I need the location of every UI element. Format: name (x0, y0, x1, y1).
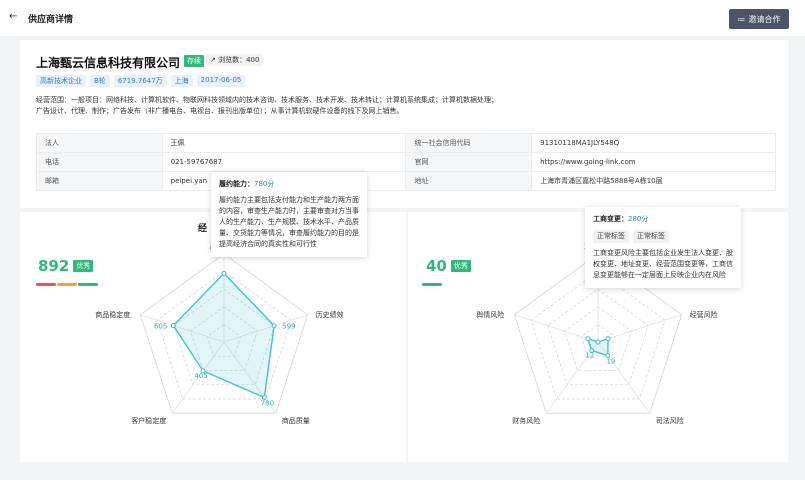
radar-value-label: 405 (194, 372, 207, 380)
radar-axis-line (514, 314, 599, 343)
radar-axis-label: 商品稳定度 (95, 310, 130, 319)
radar-value-label: 605 (154, 323, 167, 331)
radar-point (271, 323, 277, 329)
table-row: 电话 021-59767687 官网 https://www.going-lin… (36, 152, 776, 172)
radar-point (595, 339, 601, 345)
radar-value-label: 19 (606, 358, 615, 366)
tag: B轮 (90, 75, 110, 87)
tooltip-performance: 履约能力：780分 履约能力主要包括支付能力和生产能力两方面的内容，审查生产能力… (211, 172, 367, 257)
status-badge: 存续 (184, 55, 204, 67)
radar-value-label: 599 (282, 323, 295, 331)
radar-axis-label: 商品质量 (282, 416, 310, 425)
page-title: 供应商详情 (28, 15, 74, 25)
company-card: 上海甄云信息科技有限公司 存续 ↗ 浏览数：400 高新技术企业 B轮 6719… (20, 40, 788, 208)
radar-value-label: 780 (261, 400, 274, 408)
tag: 6719.7647万 (113, 75, 167, 87)
views-count: ↗ 浏览数：400 (206, 54, 264, 66)
tag: 2017-06-05 (196, 75, 246, 87)
radar-point (221, 270, 227, 276)
company-info-table: 法人 王佩 统一社会信用代码 91310118MA1JLY548Q 电话 021… (36, 133, 776, 191)
company-name: 上海甄云信息科技有限公司 (36, 56, 181, 70)
invite-cooperation-button[interactable]: ≔ 邀请合作 (729, 9, 789, 29)
arrow-left-icon[interactable]: ← (9, 11, 17, 22)
tag: 上海 (170, 75, 193, 87)
business-scope: 经营范围：一般项目：网络科技、计算机软件、物联网科技领域内的技术咨询、技术服务、… (36, 96, 498, 115)
radar-axis-label: 客户稳定度 (131, 416, 166, 425)
table-row: 法人 王佩 统一社会信用代码 91310118MA1JLY548Q (36, 133, 776, 153)
tag: 高新技术企业 (36, 75, 86, 87)
website-link[interactable]: https://www.going-link.com (531, 152, 776, 172)
tag: 正常标签 (633, 230, 669, 243)
radar-point (170, 323, 176, 329)
radar-axis-label: 历史绩效 (316, 310, 344, 319)
radar-series-area (172, 272, 275, 399)
table-row: 邮箱 peipei.yan 地址 上海市青浦区嘉松中路5888号A栋10层 (36, 171, 776, 191)
radar-axis-label: 舆情风险 (476, 310, 504, 319)
top-bar: ← 供应商详情 ≔ 邀请合作 (0, 0, 805, 36)
radar-axis-line (597, 314, 682, 343)
radar-value-label: 12 (585, 352, 594, 360)
trend-icon: ↗ (210, 56, 219, 64)
radar-axis-label: 司法风险 (656, 416, 684, 425)
tooltip-business-change: 工商变更：280分 正常标签 正常标签 工商变更风险主要包括企业发生法人变更、股… (585, 207, 741, 288)
radar-point (605, 336, 611, 342)
radar-point (585, 336, 591, 342)
tag: 正常标签 (593, 230, 629, 243)
radar-axis-label: 财务风险 (512, 416, 540, 425)
list-icon: ≔ (737, 14, 746, 24)
radar-axis-label: 经营风险 (690, 310, 718, 319)
company-tags: 高新技术企业 B轮 6719.7647万 上海 2017-06-05 (36, 75, 246, 87)
